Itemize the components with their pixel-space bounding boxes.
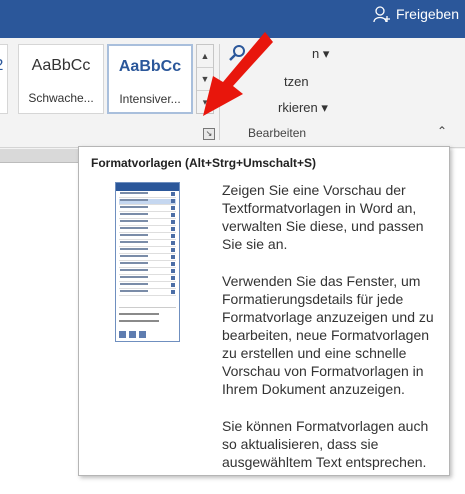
tooltip-paragraph-2: Verwenden Sie das Fenster, um Formatieru… <box>222 272 442 398</box>
styles-dialog-launcher-icon[interactable]: ↘ <box>203 128 215 140</box>
text-line: Zeigen Sie eine Vorschau der <box>222 182 406 198</box>
style-preview: AaBbCc <box>31 57 91 74</box>
share-label: Freigeben <box>395 6 459 22</box>
styles-gallery: 2 . AaBbCc Schwache... AaBbCc Intensiver… <box>0 44 215 130</box>
red-arrow-icon <box>203 32 273 116</box>
person-icon <box>373 6 390 23</box>
text-line: Ihrem Dokument anzuzeigen. <box>222 381 405 397</box>
text-line: Textformatvorlagen in Word an, <box>222 200 417 216</box>
style-tile-schwache[interactable]: AaBbCc Schwache... <box>18 44 104 114</box>
text-line: so aktualisieren, dass sie <box>222 436 379 452</box>
text-line: Formatvorlage anzuzeigen und zu <box>222 309 434 325</box>
styles-pane-thumbnail <box>115 182 180 342</box>
style-tile-intensiver[interactable]: AaBbCc Intensiver... <box>107 44 193 114</box>
text-line: ausgewähltem Text entsprechen. <box>222 454 427 470</box>
collapse-ribbon-icon[interactable]: ⌃ <box>437 124 447 138</box>
editing-group-label: Bearbeiten <box>248 126 307 140</box>
text-line: Sie können Formatvorlagen auch <box>222 418 429 434</box>
find-label: n <box>312 46 320 61</box>
select-button[interactable]: rkieren ▾ <box>278 100 328 116</box>
style-name: Schwache... <box>28 91 94 105</box>
tooltip-paragraph-1: Zeigen Sie eine Vorschau der Textformatv… <box>222 181 442 253</box>
text-line: Formatierungsdetails für jede <box>222 291 404 307</box>
text-line: Verwenden Sie das Fenster, um <box>222 273 421 289</box>
text-line: bearbeiten, neue Formatvorlagen <box>222 327 430 343</box>
share-button[interactable]: Freigeben <box>373 5 459 23</box>
tooltip-title: Formatvorlagen (Alt+Strg+Umschalt+S) <box>91 156 317 170</box>
tooltip-paragraph-3: Sie können Formatvorlagen auch so aktual… <box>222 417 442 471</box>
style-tile-partial[interactable]: 2 . <box>0 44 8 114</box>
text-line: zu erstellen und eine schnelle <box>222 345 407 361</box>
style-preview: AaBbCc <box>118 58 182 75</box>
styles-tooltip: Formatvorlagen (Alt+Strg+Umschalt+S) Zei… <box>78 146 450 476</box>
style-name: Intensiver... <box>119 92 181 106</box>
style-preview-partial: 2 <box>0 57 7 75</box>
style-name-partial: . <box>0 91 7 105</box>
ruler <box>0 149 80 163</box>
replace-button[interactable]: tzen <box>284 74 309 89</box>
text-line: Sie sie an. <box>222 236 288 252</box>
text-line: Vorschau von Formatvorlagen in <box>222 363 424 379</box>
select-label: rkieren <box>278 100 318 115</box>
text-line: verwalten Sie diese, und passen <box>222 218 424 234</box>
find-button[interactable]: n ▾ <box>312 46 329 62</box>
